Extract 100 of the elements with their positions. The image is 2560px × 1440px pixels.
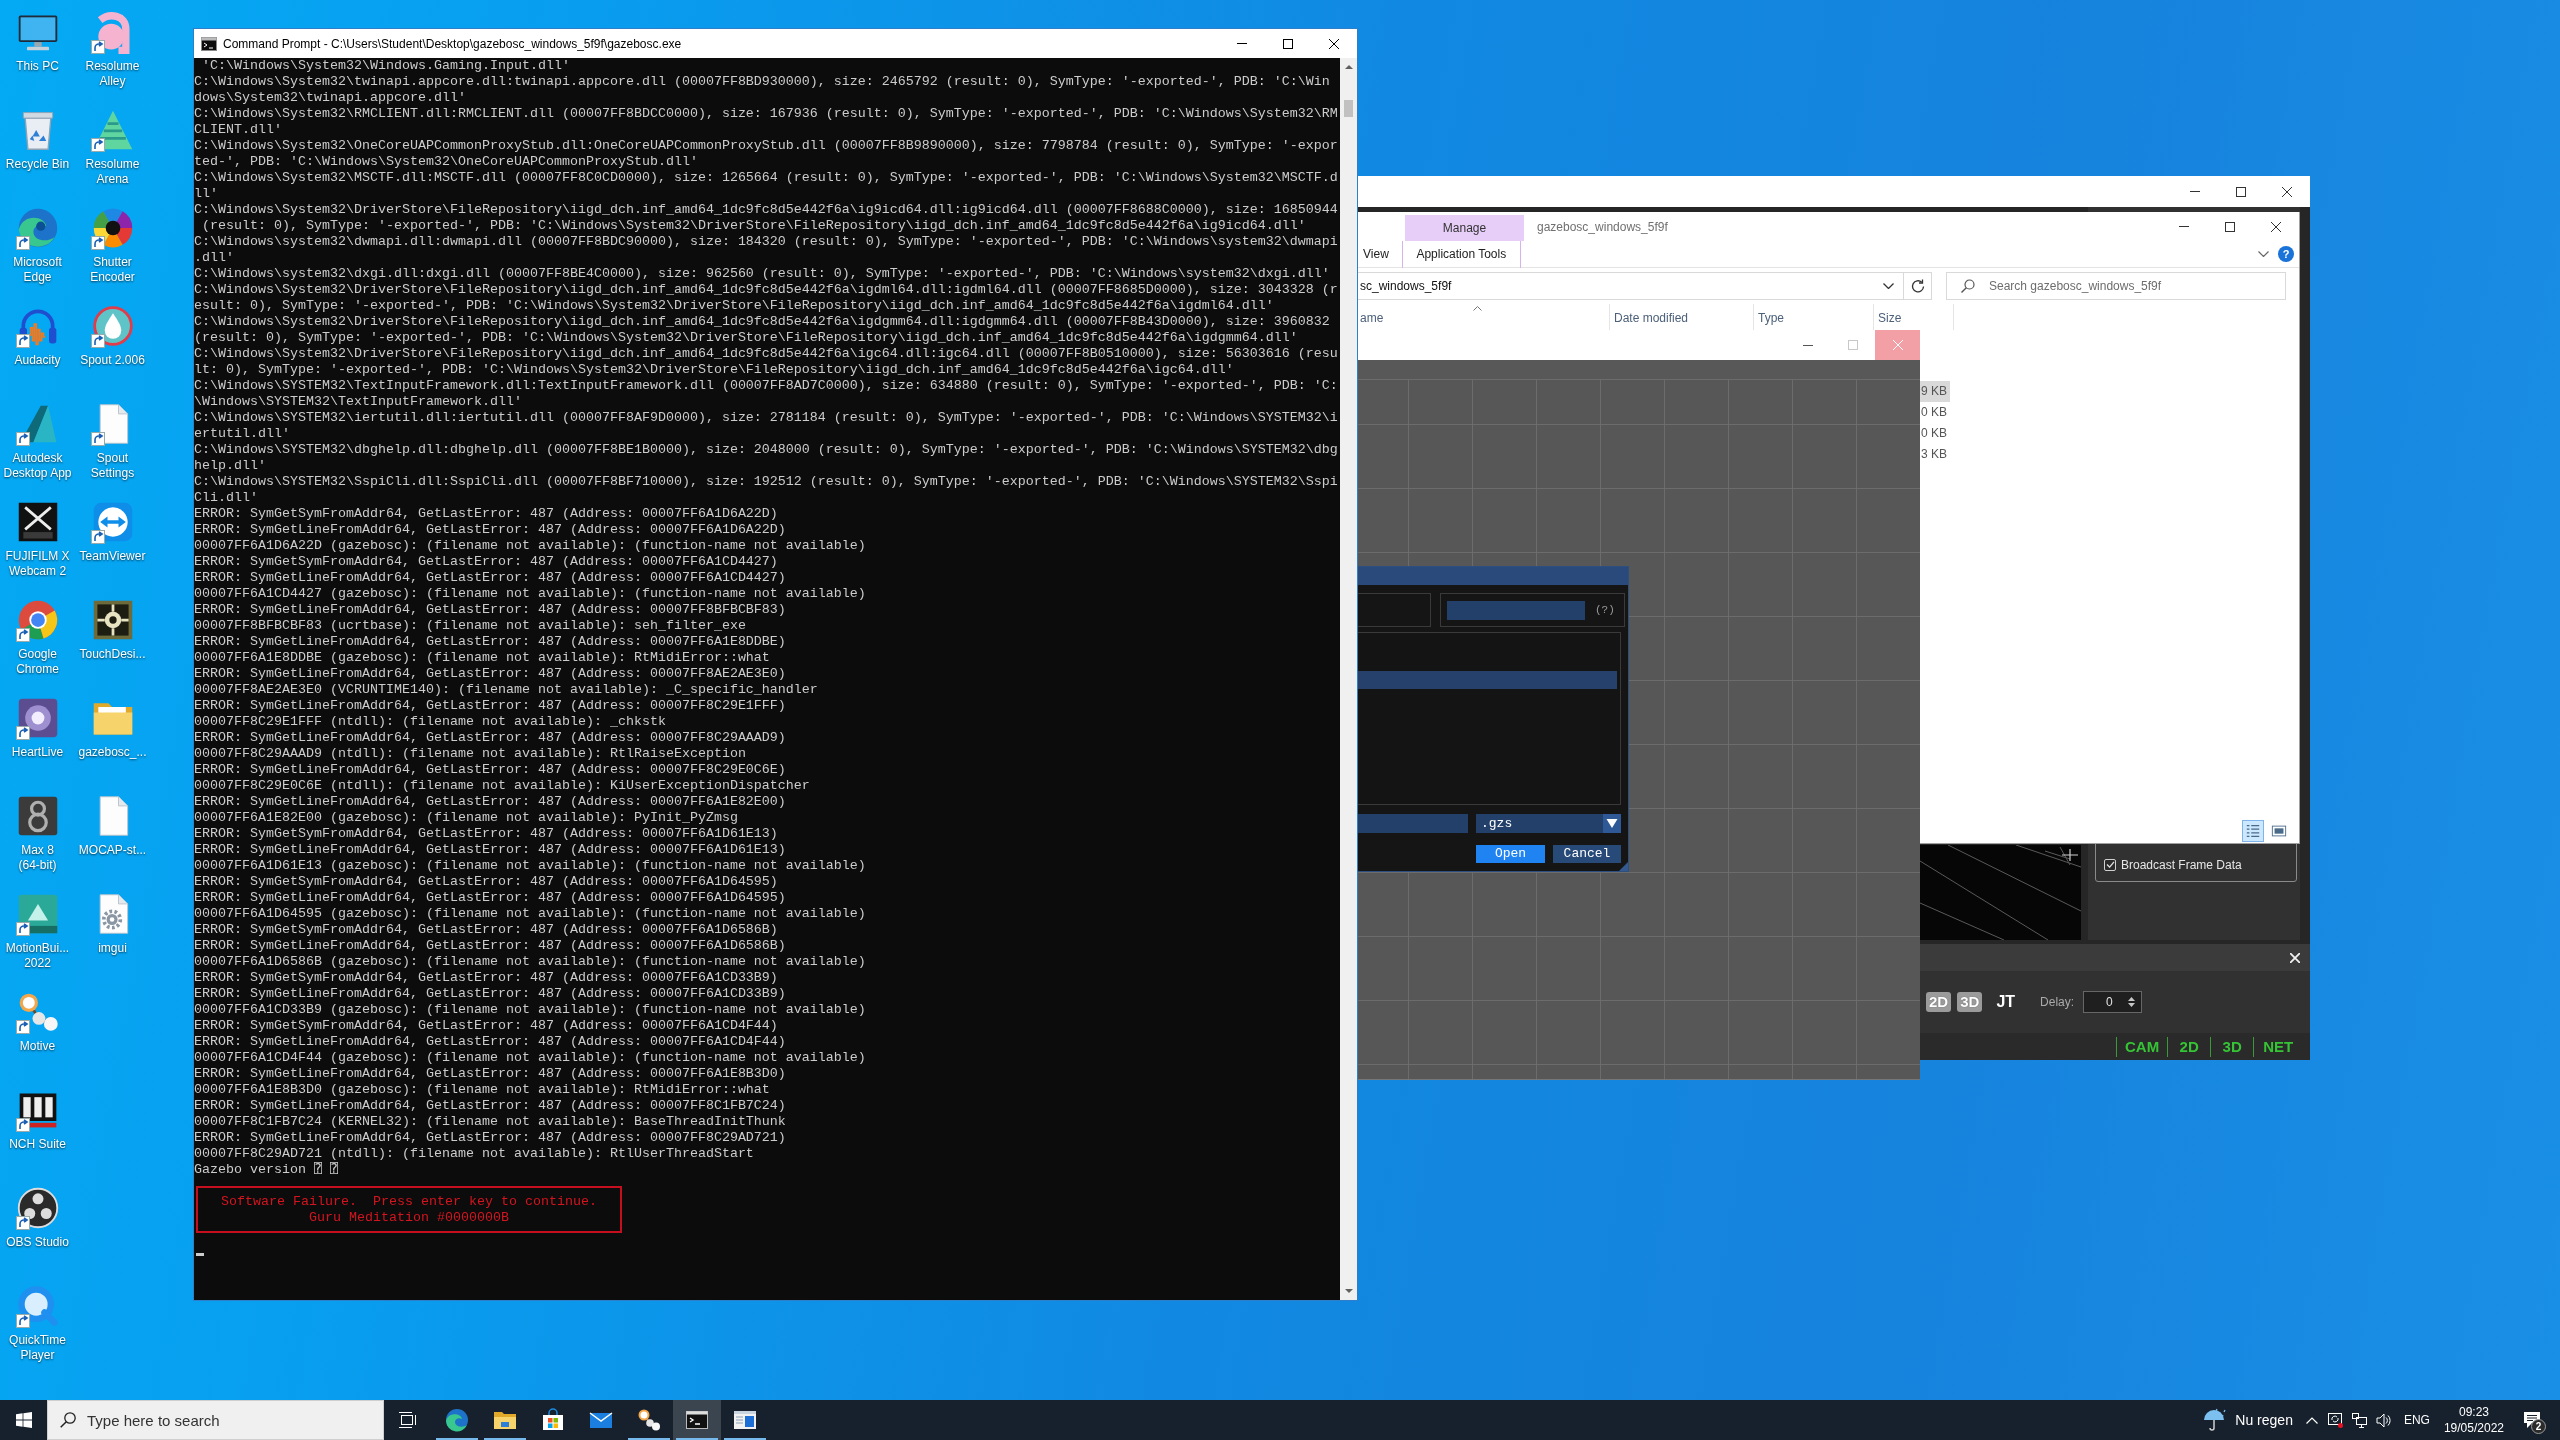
desktop-icon-label[interactable]: FUJIFILM X Webcam 2 bbox=[1, 549, 74, 579]
desktop-icon-label[interactable]: TeamViewer bbox=[79, 549, 146, 564]
desktop-icon-label[interactable]: MotionBui... 2022 bbox=[1, 941, 74, 971]
console-line: ERROR: SymGetLineFromAddr64, GetLastError: 487 (Address: 00007FF6A1D64595) bbox=[194, 890, 787, 906]
sync-screen-icon bbox=[2328, 1412, 2344, 1428]
weather-button[interactable]: Nu regen bbox=[2195, 1400, 2300, 1440]
taskbar-app-button[interactable] bbox=[673, 1400, 721, 1440]
desktop-icon-label[interactable]: gazebosc_... bbox=[78, 745, 147, 760]
address-bar[interactable]: sc_windows_5f9f bbox=[1358, 272, 1904, 300]
console-line: 00007FF8AE2AE3E0 (VCRUNTIME140): (filename not available): _C_specific_handler bbox=[194, 682, 819, 698]
desktop-icon-label[interactable]: Autodesk Desktop App bbox=[1, 451, 74, 481]
desktop-icon-label[interactable]: Resolume Arena bbox=[76, 157, 149, 187]
resize-grip-icon[interactable] bbox=[1619, 862, 1628, 871]
file-size-cell[interactable]: 0 KB bbox=[1920, 423, 1950, 444]
scroll-up-icon[interactable] bbox=[1344, 65, 1353, 69]
desktop-icon-label[interactable]: Spout 2.006 bbox=[80, 353, 145, 368]
desktop-icon-label[interactable]: Motive bbox=[19, 1039, 56, 1054]
clock[interactable]: 09:23 19/05/2022 bbox=[2437, 1400, 2510, 1440]
dialog-button[interactable]: Open bbox=[1476, 845, 1545, 863]
desktop-icon-label[interactable]: This PC bbox=[16, 59, 59, 74]
search-field[interactable]: Search gazebosc_windows_5f9f bbox=[1946, 272, 2286, 300]
desktop-icon-label[interactable]: imgui bbox=[98, 941, 127, 956]
checkbox[interactable] bbox=[2104, 858, 2116, 871]
desktop-icon-label[interactable]: OBS Studio bbox=[6, 1235, 69, 1250]
minimize-icon bbox=[1802, 344, 1813, 346]
search-field[interactable]: Type here to search bbox=[47, 1400, 384, 1440]
console-line: Gazebo version ⍰ ⍰ bbox=[194, 1162, 340, 1178]
close-icon bbox=[2282, 186, 2292, 197]
desktop-icon-label[interactable]: QuickTime Player bbox=[1, 1333, 74, 1363]
desktop-icon-label[interactable]: Spout Settings bbox=[76, 451, 149, 481]
file-type-dropdown[interactable]: .gzs bbox=[1476, 814, 1621, 833]
help-marker[interactable]: (?) bbox=[1595, 604, 1615, 616]
desktop-icon-label[interactable]: Resolume Alley bbox=[76, 59, 149, 89]
view-mode-button[interactable] bbox=[2242, 820, 2264, 842]
scrollbar[interactable] bbox=[1340, 58, 1357, 1300]
console-line: C:\Windows\System32\DriverStore\FileRepository\iigd_dch.inf_amd64_1dc9fc8d5e442f6a\igdgmm64.dll:igdgmm64.dll (00007FF8B43D0000), size: 3960832 bbox=[194, 314, 1331, 330]
console-line: 00007FF8C29AD721 (ntdll): (filename not available): RtlUserThreadStart bbox=[194, 1146, 755, 1162]
console-line: 00007FF8C1FB7C24 (KERNEL32): (filename not available): BaseThreadInitThunk bbox=[194, 1114, 787, 1130]
console-line: ERROR: SymGetLineFromAddr64, GetLastError: 487 (Address: 00007FF6A1CD4427) bbox=[194, 570, 787, 586]
console-line: ERROR: SymGetLineFromAddr64, GetLastError: 487 (Address: 00007FF6A1D6586B) bbox=[194, 938, 787, 954]
console-line: ERROR: SymGetLineFromAddr64, GetLastError: 487 (Address: 00007FF8AE2AE3E0) bbox=[194, 666, 787, 682]
help-button[interactable]: ? bbox=[2278, 246, 2294, 262]
desktop-icon-label[interactable]: Max 8 (64-bit) bbox=[1, 843, 74, 873]
file-size-cell[interactable]: 3 KB bbox=[1920, 444, 1950, 465]
desktop-icon-label[interactable]: MOCAP-st... bbox=[78, 843, 147, 858]
ring-tail-logo-icon[interactable] bbox=[15, 1284, 60, 1328]
dialog-button[interactable]: Cancel bbox=[1553, 845, 1621, 863]
desktop-icon-label[interactable]: Recycle Bin bbox=[5, 157, 70, 172]
console-line: 00007FF6A1D6A22D (gazebosc): (filename not available): (function-name not available) bbox=[194, 538, 867, 554]
scroll-down-icon[interactable] bbox=[1344, 1289, 1353, 1293]
spin-arrows-icon[interactable] bbox=[2128, 996, 2136, 1008]
console-line: 00007FF8BFBCBF83 (ucrtbase): (filename not available): seh_filter_exe bbox=[194, 618, 747, 634]
search-icon bbox=[60, 1412, 76, 1428]
console-line: 00007FF8C29AAAD9 (ntdll): (filename not available): RtlRaiseException bbox=[194, 746, 747, 762]
console-line: ertutil.dll' bbox=[194, 426, 291, 442]
refresh-button[interactable] bbox=[1904, 272, 1932, 300]
desktop-icon-label[interactable]: NCH Suite bbox=[9, 1137, 66, 1152]
minimize-icon bbox=[2190, 191, 2200, 192]
console-line: ERROR: SymGetLineFromAddr64, GetLastError: 487 (Address: 00007FF8C1FB7C24) bbox=[194, 1098, 787, 1114]
desktop-icon-label[interactable]: TouchDesi... bbox=[79, 647, 146, 662]
console-line: C:\Windows\System32\DriverStore\FileRepository\iigd_dch.inf_amd64_1dc9fc8d5e442f6a\igdml64.dll:igdml64.dll (00007FF8685D0000), size: 3043328 (r bbox=[194, 282, 1339, 298]
chevron-down-icon[interactable] bbox=[1883, 283, 1894, 289]
console-line: 00007FF6A1D61E13 (gazebosc): (filename not available): (function-name not available) bbox=[194, 858, 867, 874]
console-line: ERROR: SymGetLineFromAddr64, GetLastError: 487 (Address: 00007FF6A1E82E00) bbox=[194, 794, 787, 810]
close-button[interactable] bbox=[2290, 952, 2300, 963]
console-line: 00007FF6A1E8DDBE (gazebosc): (filename not available): RtMidiError::what bbox=[194, 650, 771, 666]
desktop-icon-label[interactable]: Google Chrome bbox=[1, 647, 74, 677]
scrollbar-thumb[interactable] bbox=[1344, 100, 1353, 117]
text-field[interactable] bbox=[1447, 600, 1585, 620]
console-line: ll' bbox=[194, 186, 219, 202]
droplet-ring-icon[interactable] bbox=[90, 304, 135, 348]
console-line: 'C:\Windows\System32\Windows.Gaming.Input.dll' bbox=[201, 58, 571, 74]
desktop-icon-label[interactable]: HeartLive bbox=[11, 745, 64, 760]
number-field[interactable]: 0 bbox=[2083, 991, 2143, 1013]
file-size-cell[interactable]: 0 KB bbox=[1920, 402, 1950, 423]
console-line: 00007FF6A1CD4F44 (gazebosc): (filename not available): (function-name not available) bbox=[194, 1050, 867, 1066]
language-indicator[interactable]: ENG bbox=[2395, 1400, 2438, 1440]
view-toggle[interactable]: JT bbox=[1993, 992, 2019, 1012]
alert-text: Guru Meditation #0000000B bbox=[309, 1209, 509, 1226]
caret-down-icon[interactable] bbox=[1603, 814, 1621, 833]
notification-button[interactable]: 2 bbox=[2510, 1400, 2554, 1440]
view-toggle[interactable]: 2D bbox=[1926, 992, 1952, 1012]
windows-logo-icon bbox=[15, 1412, 32, 1428]
large-icons-view-icon bbox=[2271, 823, 2287, 839]
desktop-icon-label[interactable]: Shutter Encoder bbox=[76, 255, 149, 285]
ribbon-tab[interactable]: View bbox=[1358, 240, 1402, 268]
status-indicator: 3D bbox=[2210, 1036, 2254, 1057]
desktop-icon-label[interactable]: Audacity bbox=[14, 353, 61, 368]
desktop-icon-label[interactable]: Microsoft Edge bbox=[1, 255, 74, 285]
context-tab-label[interactable]: Manage bbox=[1405, 215, 1524, 241]
node-canvas[interactable]: (?) .gzs Open Cancel bbox=[1358, 380, 1920, 1079]
view-toggle[interactable]: 3D bbox=[1957, 992, 1983, 1012]
filename-field[interactable] bbox=[1358, 814, 1468, 833]
console-line: lt: 0), SymType: '-exported-', PDB: 'C:\Windows\System32\DriverStore\FileRepository\iigd_dch.inf_amd64_1dc9fc8d5e442f6a\igc64.dll' bbox=[194, 362, 1235, 378]
ribbon-tab[interactable]: Application Tools bbox=[1401, 240, 1521, 268]
console-line: (result: 0), SymType: '-exported-', PDB: 'C:\Windows\System32\DriverStore\FileRepository\iigd_dch.inf_amd64_1dc9fc8d5e442f6a\igdgmm64.dll' bbox=[194, 330, 1299, 346]
console-line: ERROR: SymGetLineFromAddr64, GetLastError: 487 (Address: 00007FF8C29AAAD9) bbox=[194, 730, 787, 746]
chevron-down-icon[interactable] bbox=[2258, 251, 2269, 257]
file-size-cell[interactable]: 9 KB bbox=[1920, 381, 1950, 402]
console-line: ERROR: SymGetLineFromAddr64, GetLastError: 487 (Address: 00007FF6A1D61E13) bbox=[194, 842, 787, 858]
